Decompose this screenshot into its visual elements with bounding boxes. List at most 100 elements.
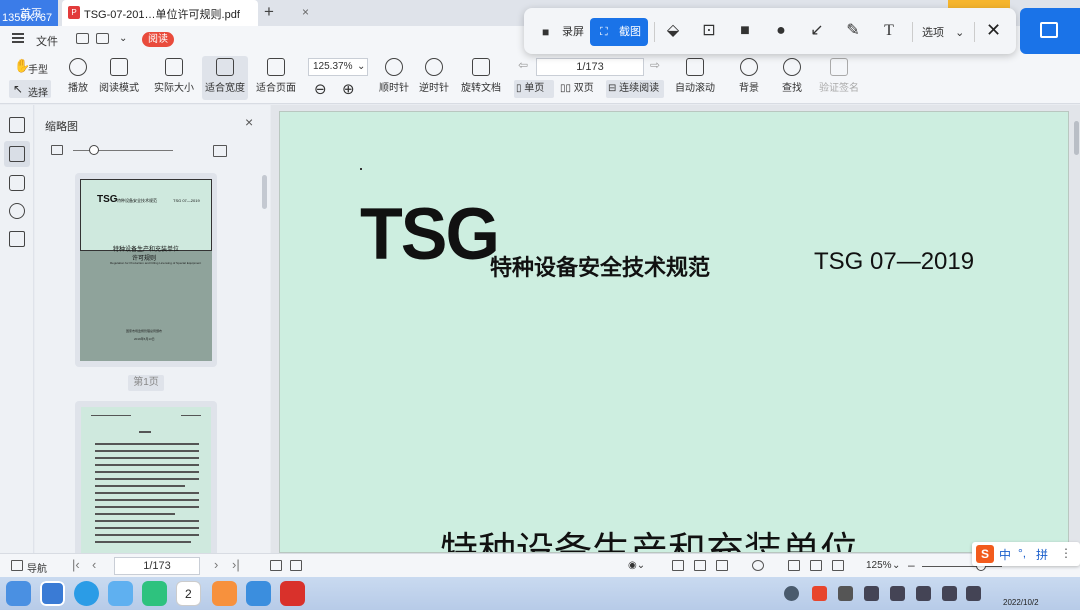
double-page-button[interactable]: ▯▯ 双页 xyxy=(558,80,602,98)
tray-app-icon[interactable] xyxy=(784,586,799,601)
prev-page-icon[interactable]: ⇦ xyxy=(518,58,528,72)
thumbnail-size-slider[interactable] xyxy=(73,150,173,151)
zoom-out-icon[interactable]: ⊖ xyxy=(314,80,327,98)
screenshot-button[interactable]: ⛶ 截图 xyxy=(590,18,648,46)
print-icon[interactable] xyxy=(96,33,109,44)
fit-page-icon[interactable] xyxy=(810,560,822,571)
settings-icon[interactable] xyxy=(246,581,271,606)
last-page-icon[interactable]: ›| xyxy=(232,557,240,572)
background-button[interactable]: 背景 xyxy=(734,56,764,100)
zoom-slider[interactable] xyxy=(922,566,1002,567)
hand-tool-button[interactable]: 手型 xyxy=(28,61,48,76)
launcher-icon[interactable] xyxy=(6,581,31,606)
double-page-view-icon[interactable] xyxy=(694,560,706,571)
tray-generic-icon[interactable] xyxy=(838,586,853,601)
pen-icon[interactable]: ✎ xyxy=(844,22,862,40)
thumbnail-scrollbar[interactable] xyxy=(262,175,267,209)
single-page-view-icon[interactable] xyxy=(672,560,684,571)
app-store-icon[interactable] xyxy=(212,581,237,606)
rectangle-icon[interactable]: ■ xyxy=(736,22,754,40)
ime-menu-icon[interactable]: ⋮ xyxy=(1060,546,1072,560)
read-mode-button[interactable]: 阅读模式 xyxy=(98,56,140,100)
zoom-in-icon[interactable]: ⊕ xyxy=(342,80,355,98)
arrow-icon[interactable]: ↙ xyxy=(808,22,826,40)
ime-pinyin-toggle[interactable]: 拼 xyxy=(1036,546,1048,563)
zoom-out-icon[interactable]: – xyxy=(908,558,915,572)
power-icon[interactable] xyxy=(966,586,981,601)
tray-sogou-icon[interactable] xyxy=(812,586,827,601)
thumbnail-toggle[interactable] xyxy=(4,141,30,167)
navigation-icon[interactable] xyxy=(11,560,23,571)
status-zoom-value[interactable]: 125% xyxy=(866,560,892,571)
crop-button[interactable] xyxy=(1020,8,1080,54)
next-page-icon[interactable]: › xyxy=(214,557,218,572)
calendar-icon[interactable]: 2 xyxy=(176,581,201,606)
slider-knob[interactable] xyxy=(89,145,99,155)
read-mode-pill[interactable]: 阅读 xyxy=(142,32,174,47)
tab-home[interactable]: 首页 1359X767 xyxy=(0,0,58,26)
small-image-icon[interactable] xyxy=(51,145,63,155)
comment-icon[interactable] xyxy=(9,175,25,191)
input-method-bar[interactable]: S 中 °, 拼 ⋮ xyxy=(972,542,1080,566)
select-tool-button[interactable]: ↖ 选择 xyxy=(9,80,51,99)
navigation-label[interactable]: 导航 xyxy=(27,560,47,575)
text-tool-icon[interactable]: T xyxy=(880,22,898,40)
back-icon[interactable] xyxy=(270,560,282,571)
auto-scroll-button[interactable]: 自动滚动 xyxy=(672,56,718,100)
wifi-icon[interactable] xyxy=(864,586,879,601)
rotate-clockwise-button[interactable]: 顺时针 xyxy=(378,56,410,100)
hamburger-menu-icon[interactable] xyxy=(12,33,24,43)
attachment-icon[interactable] xyxy=(9,203,25,219)
fit-width-icon[interactable] xyxy=(832,560,844,571)
circle-icon[interactable]: ● xyxy=(772,22,790,40)
first-page-icon[interactable]: |‹ xyxy=(72,557,80,572)
music-icon[interactable] xyxy=(142,581,167,606)
large-image-icon[interactable] xyxy=(213,145,227,157)
text-recognition-icon[interactable]: ⊡ xyxy=(700,22,718,40)
usb-icon[interactable] xyxy=(942,586,957,601)
options-dropdown[interactable]: 选项 ⌄ xyxy=(922,24,964,40)
verify-signature-button[interactable]: 验证签名 xyxy=(816,56,862,100)
signature-panel-icon[interactable] xyxy=(9,231,25,247)
fit-page-button[interactable]: 适合页面 xyxy=(254,56,298,100)
find-button[interactable]: 查找 xyxy=(778,56,806,100)
continuous-read-button[interactable]: ⊟ 连续阅读 xyxy=(606,80,664,98)
browser-icon[interactable] xyxy=(74,581,99,606)
next-page-icon[interactable]: ⇨ xyxy=(650,58,660,72)
thumbnail-page-1[interactable]: TSG 特种设备安全技术规范 TSG 07—2019 特种设备生产和充装单位 许… xyxy=(75,173,217,367)
single-page-button[interactable]: ▯ 单页 xyxy=(514,80,554,98)
page-number-input[interactable]: 1/173 xyxy=(536,58,644,76)
play-button[interactable]: 播放 xyxy=(64,56,92,100)
wps-office-icon[interactable] xyxy=(280,581,305,606)
gallery-icon[interactable] xyxy=(108,581,133,606)
file-manager-icon[interactable] xyxy=(40,581,65,606)
close-tab-icon[interactable]: × xyxy=(302,5,309,19)
ime-language-toggle[interactable]: 中 xyxy=(999,546,1011,563)
clock-date[interactable]: 2022/10/2 xyxy=(1003,598,1039,607)
rotate-counterclockwise-button[interactable]: 逆时针 xyxy=(418,56,450,100)
record-screen-button[interactable]: ■ 录屏 xyxy=(530,18,586,46)
close-icon[interactable]: ✕ xyxy=(986,20,1001,41)
forward-icon[interactable] xyxy=(290,560,302,571)
status-page-input[interactable]: 1/173 xyxy=(114,557,200,575)
document-scrollbar[interactable] xyxy=(1074,121,1079,155)
chevron-down-icon[interactable]: ⌄ xyxy=(892,560,900,571)
open-folder-icon[interactable] xyxy=(76,33,89,44)
document-viewer[interactable]: TSG 特种设备安全技术规范 TSG 07—2019 特种设备生产和充装单位 xyxy=(271,105,1080,553)
eye-mode-icon[interactable]: ◉⌄ xyxy=(628,560,645,571)
fit-width-button[interactable]: 适合宽度 xyxy=(202,56,248,100)
chevron-down-icon[interactable]: ⌄ xyxy=(119,33,127,44)
scroll-capture-icon[interactable]: ⬙ xyxy=(664,22,682,40)
zoom-dropdown[interactable]: 125.37% ⌄ xyxy=(308,58,368,76)
bookmark-icon[interactable] xyxy=(9,117,25,133)
close-icon[interactable]: × xyxy=(245,114,253,130)
ime-punctuation-toggle[interactable]: °, xyxy=(1018,546,1026,560)
continuous-view-icon[interactable] xyxy=(716,560,728,571)
tray-sync-icon[interactable] xyxy=(890,586,905,601)
play-icon[interactable] xyxy=(752,560,764,571)
actual-size-icon[interactable] xyxy=(788,560,800,571)
file-menu[interactable]: 文件 xyxy=(36,33,58,49)
prev-page-icon[interactable]: ‹ xyxy=(92,557,96,572)
thumbnail-page-2[interactable] xyxy=(75,401,217,553)
tab-document[interactable]: P TSG-07-201…单位许可规则.pdf × xyxy=(62,0,309,26)
